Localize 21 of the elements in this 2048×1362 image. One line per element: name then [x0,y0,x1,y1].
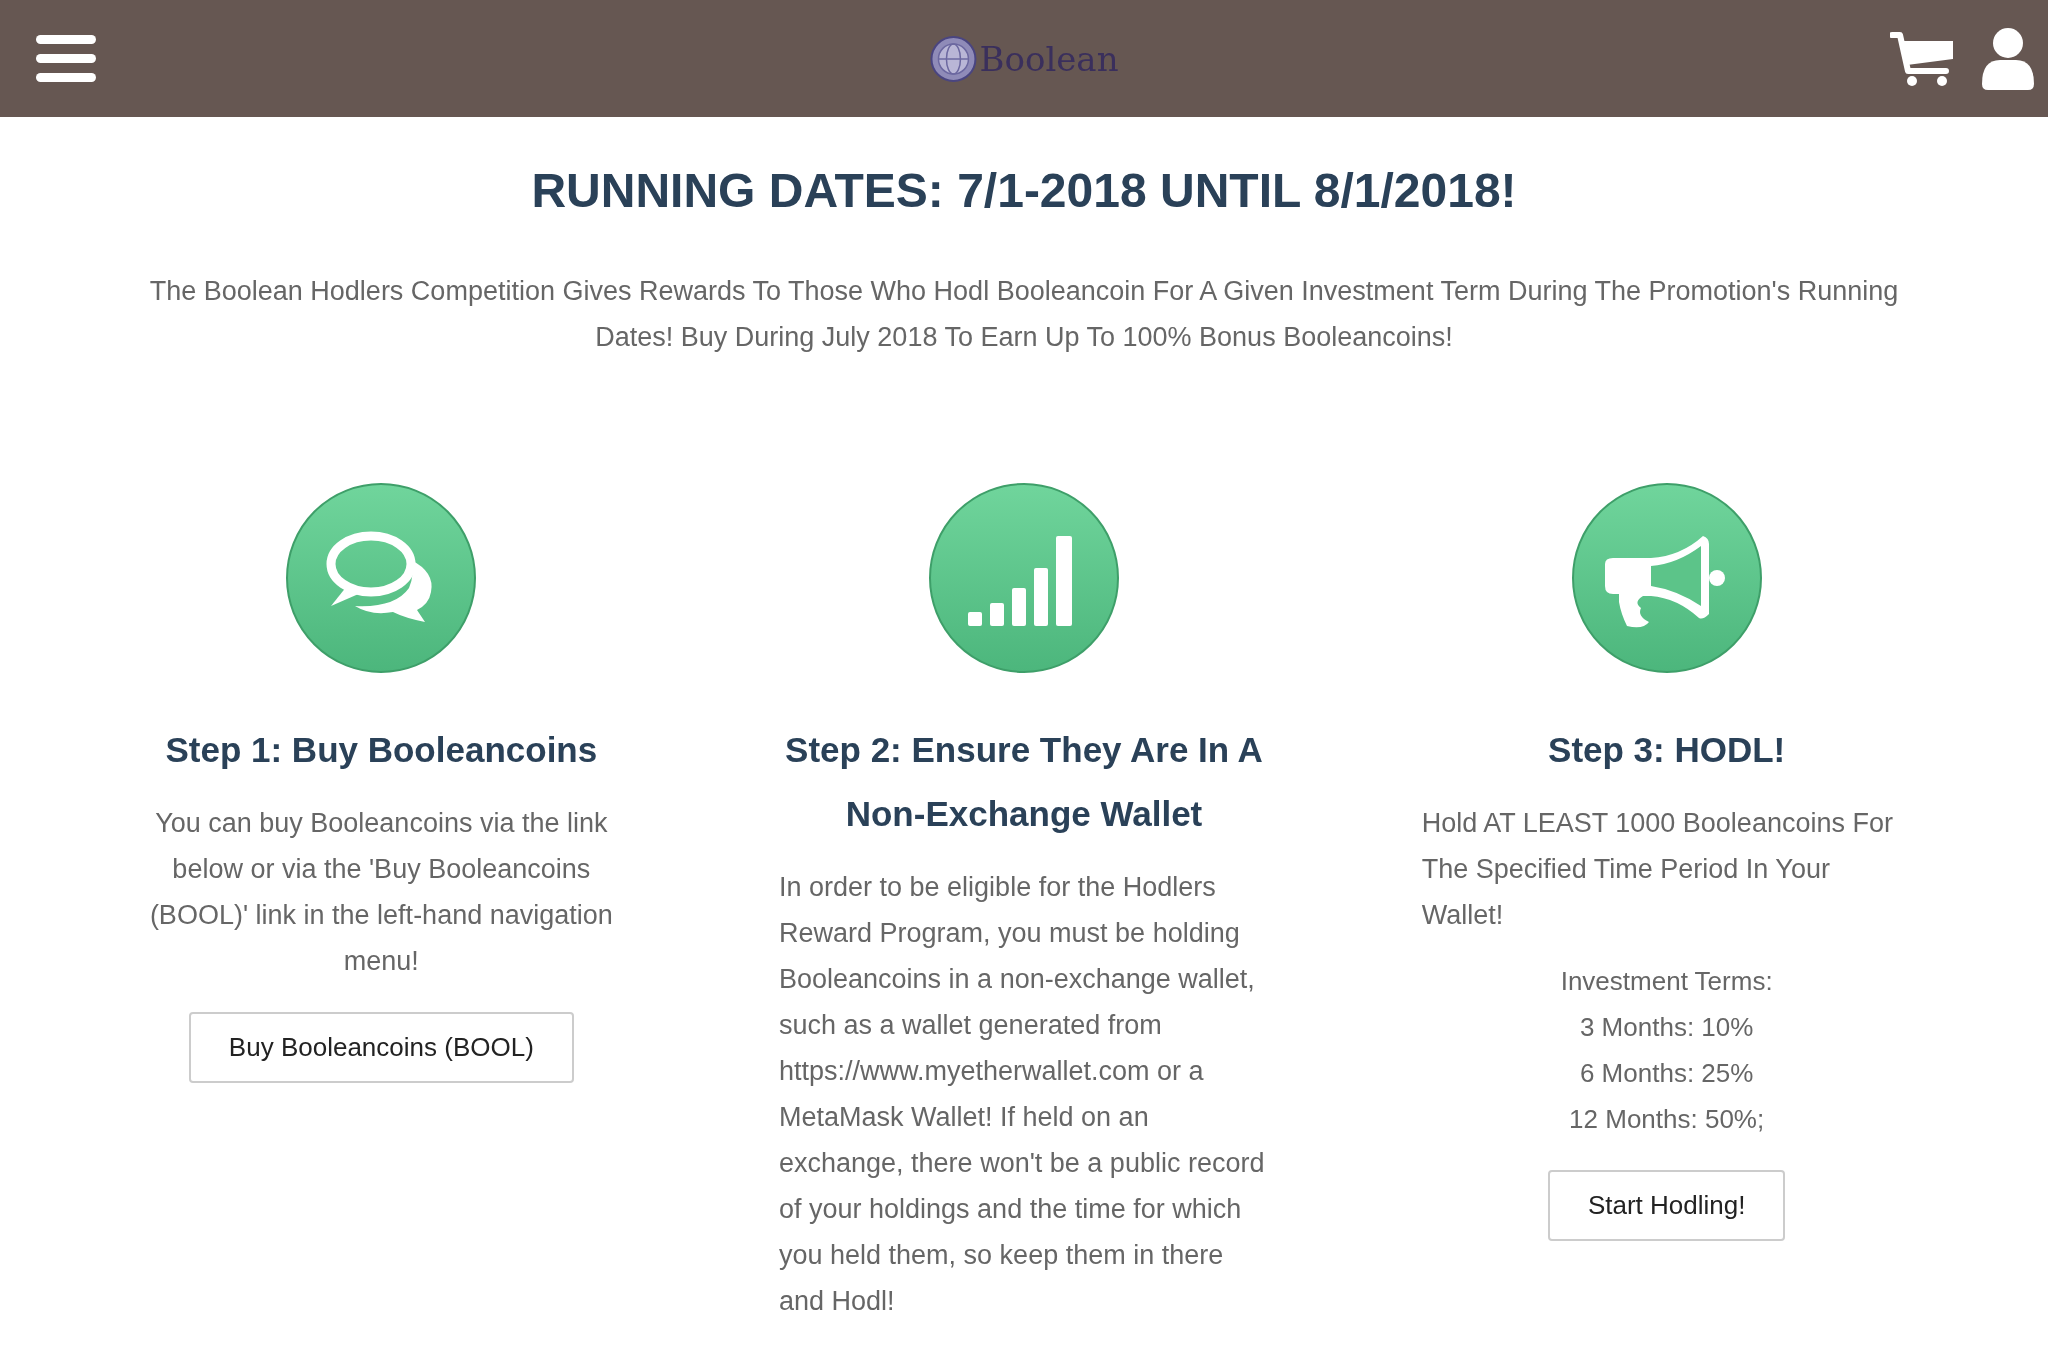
step-button[interactable]: Buy Booleancoins (BOOL) [188,1012,574,1083]
term-line: 6 Months: 25% [1579,1057,1754,1090]
user-icon[interactable] [1982,27,2034,90]
step-text: You can buy Booleancoins via the link below or via the 'Buy Booleancoins (BOOL)' link in the left-hand navigation menu! [148,807,614,978]
signal-bars-icon [928,482,1120,674]
menu-icon[interactable] [36,34,96,83]
page-title: RUNNING DATES: 7/1-2018 UNTIL 8/1/2018! [530,163,1518,218]
intro-text: The Boolean Hodlers Competition Gives Rewards To Those Who Hodl Booleancoin For A Given Investment Term During The Promotion's Running Dates! Buy During July 2018 To Earn Up To 100% Bonus Booleancoins! [148,275,1900,354]
step-heading: Step 2: Ensure They Are In A Non-Exchange Wallet [784,729,1264,835]
globe-logo-icon [929,34,978,83]
term-line: 3 Months: 10% [1579,1011,1754,1044]
step-text: In order to be eligible for the Hodlers Reward Program, you must be holding Booleancoins in a non-exchange wallet, such as a wallet generated from https://www.myetherwallet.com or a MetaMask Wallet! If held on an exchange, there won't be a public record of your holdings and the time for which you held them, so keep them in there and Hodl! [779,871,1266,1318]
step-text: Hold AT LEAST 1000 Booleancoins For The Specified Time Period In Your Wallet! [1421,807,1894,932]
term-line: 12 Months: 50%; [1569,1103,1765,1136]
terms-title: Investment Terms: [1560,965,1773,998]
step-button[interactable]: Start Hodling! [1547,1170,1786,1241]
chat-bubbles-icon [285,482,478,674]
megaphone-icon [1570,482,1763,674]
step-heading: Step 3: HODL! [1548,729,1786,771]
cart-icon[interactable] [1890,30,1956,87]
step-heading: Step 1: Buy Booleancoins [165,729,598,771]
